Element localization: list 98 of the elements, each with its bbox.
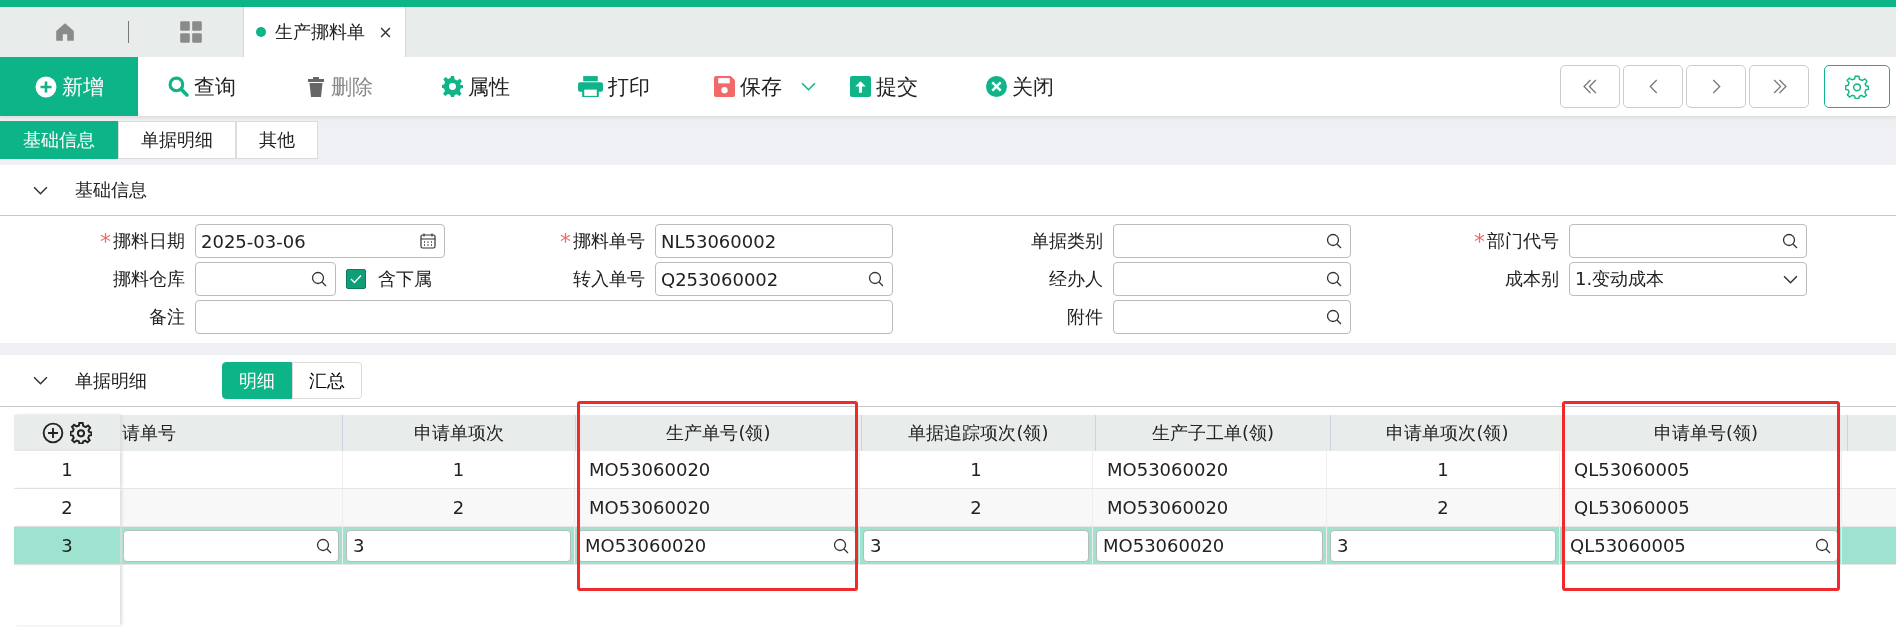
- section-title: 基础信息: [75, 178, 147, 202]
- cell-input[interactable]: [123, 529, 339, 562]
- grid-icon[interactable]: [179, 20, 203, 44]
- table-cell: 1: [970, 459, 982, 480]
- field-label: 单据类别: [1031, 229, 1103, 253]
- double-chevron-right-icon: [1771, 79, 1787, 94]
- table-cell: 2: [970, 497, 982, 518]
- search-icon[interactable]: [311, 271, 327, 287]
- search-icon[interactable]: [1815, 537, 1831, 554]
- field-label: 挪料单号: [573, 229, 645, 253]
- table-cell: 1: [452, 459, 465, 480]
- input-field[interactable]: 1.变动成本: [1569, 262, 1807, 296]
- input-field[interactable]: [195, 300, 893, 334]
- cell-input[interactable]: 3: [863, 529, 1089, 562]
- input-field[interactable]: [1113, 300, 1351, 334]
- search-icon[interactable]: [1782, 233, 1798, 249]
- input-field[interactable]: [1569, 224, 1807, 258]
- checkbox-label[interactable]: 含下属: [378, 267, 432, 291]
- selected-row[interactable]: 3 3 MO53060020 3 MO53060020 3 QL53060005: [14, 527, 1896, 565]
- search-icon[interactable]: [1326, 309, 1342, 325]
- toolbar-button[interactable]: 打印: [546, 57, 682, 116]
- cell-input[interactable]: MO53060020: [578, 529, 856, 562]
- chevron-down-icon[interactable]: [33, 185, 48, 195]
- page-tab[interactable]: 其他: [236, 121, 318, 159]
- printer-icon: [578, 76, 603, 97]
- calendar-icon[interactable]: [420, 233, 436, 249]
- chevron-down-icon[interactable]: [33, 376, 48, 385]
- cell-input[interactable]: MO53060020: [1096, 529, 1323, 562]
- field-label: 挪料仓库: [113, 267, 185, 291]
- search-icon[interactable]: [1326, 233, 1342, 249]
- column-header[interactable]: 生产子工单(领): [1096, 415, 1331, 451]
- section-title: 单据明细: [75, 368, 148, 393]
- table-cell: QL53060005: [1574, 459, 1690, 480]
- settings-icon: [1845, 74, 1869, 99]
- required-mark: *: [1474, 228, 1485, 254]
- toolbar-button[interactable]: 保存: [682, 57, 818, 116]
- column-header[interactable]: 单据追踪项次(领): [862, 415, 1096, 451]
- row-number: 3: [14, 527, 120, 564]
- home-icon[interactable]: [54, 21, 76, 43]
- column-header[interactable]: 请单号: [120, 415, 343, 451]
- upload-icon: [850, 76, 871, 97]
- required-mark: *: [560, 228, 571, 254]
- input-field[interactable]: 2025-03-06: [195, 224, 445, 258]
- column-header[interactable]: 生产单号(领): [576, 415, 862, 451]
- input-field[interactable]: [1113, 224, 1351, 258]
- table-cell: MO53060020: [1107, 459, 1229, 480]
- search-icon: [168, 76, 189, 97]
- field-label: 附件: [1067, 305, 1103, 329]
- trash-icon: [306, 75, 326, 98]
- toolbar-button[interactable]: 关闭: [954, 57, 1090, 116]
- table-cell: 2: [1437, 497, 1449, 518]
- column-header[interactable]: 申请单项次: [343, 415, 576, 451]
- search-icon[interactable]: [316, 537, 332, 554]
- toolbar-button[interactable]: 属性: [410, 57, 546, 116]
- status-dot: [256, 27, 266, 37]
- double-chevron-left-icon: [1582, 79, 1598, 94]
- input-field[interactable]: [195, 262, 336, 296]
- input-field[interactable]: Q253060002: [655, 262, 893, 296]
- column-header[interactable]: 申请单号(领): [1565, 415, 1848, 451]
- field-label: 部门代号: [1487, 229, 1559, 253]
- close-icon[interactable]: [380, 26, 391, 38]
- close-circle-icon: [986, 76, 1007, 97]
- settings-icon[interactable]: [70, 422, 92, 444]
- input-field[interactable]: NL53060002: [655, 224, 893, 258]
- checkmark-icon: [350, 274, 362, 284]
- gear-icon: [442, 76, 463, 97]
- table-cell: MO53060020: [1107, 497, 1229, 518]
- view-toggle-tab[interactable]: 汇总: [292, 362, 362, 399]
- cell-input[interactable]: 3: [1330, 529, 1556, 562]
- table-cell: 1: [1437, 459, 1449, 480]
- table-cell: QL53060005: [1574, 497, 1690, 518]
- cell-input[interactable]: 3: [346, 529, 571, 562]
- column-header[interactable]: 申请单项次(领): [1331, 415, 1565, 451]
- table-cell: MO53060020: [589, 459, 711, 480]
- add-circle-icon[interactable]: [42, 422, 64, 444]
- field-label: 成本别: [1505, 267, 1559, 291]
- plus-icon: [34, 75, 57, 98]
- settings-button[interactable]: [1824, 65, 1890, 108]
- page-tab[interactable]: 单据明细: [118, 121, 236, 159]
- checkbox[interactable]: [346, 269, 366, 289]
- search-icon[interactable]: [868, 271, 884, 287]
- toolbar-button[interactable]: 提交: [818, 57, 954, 116]
- table-cell: MO53060020: [589, 497, 711, 518]
- document-tab[interactable]: 生产挪料单: [243, 7, 406, 57]
- search-icon[interactable]: [1326, 271, 1342, 287]
- search-icon[interactable]: [833, 537, 849, 554]
- required-mark: *: [100, 228, 111, 254]
- field-label: 挪料日期: [113, 229, 185, 253]
- table-cell: 2: [452, 497, 465, 518]
- field-label: 转入单号: [573, 267, 645, 291]
- field-label: 经办人: [1049, 267, 1103, 291]
- row-number: 2: [14, 489, 120, 526]
- cell-input[interactable]: QL53060005: [1563, 529, 1838, 562]
- input-field[interactable]: [1113, 262, 1351, 296]
- dropdown-caret-icon[interactable]: [1783, 274, 1798, 284]
- toolbar-button[interactable]: 查询: [138, 57, 274, 116]
- row-number: 1: [14, 451, 120, 488]
- field-label: 备注: [149, 305, 185, 329]
